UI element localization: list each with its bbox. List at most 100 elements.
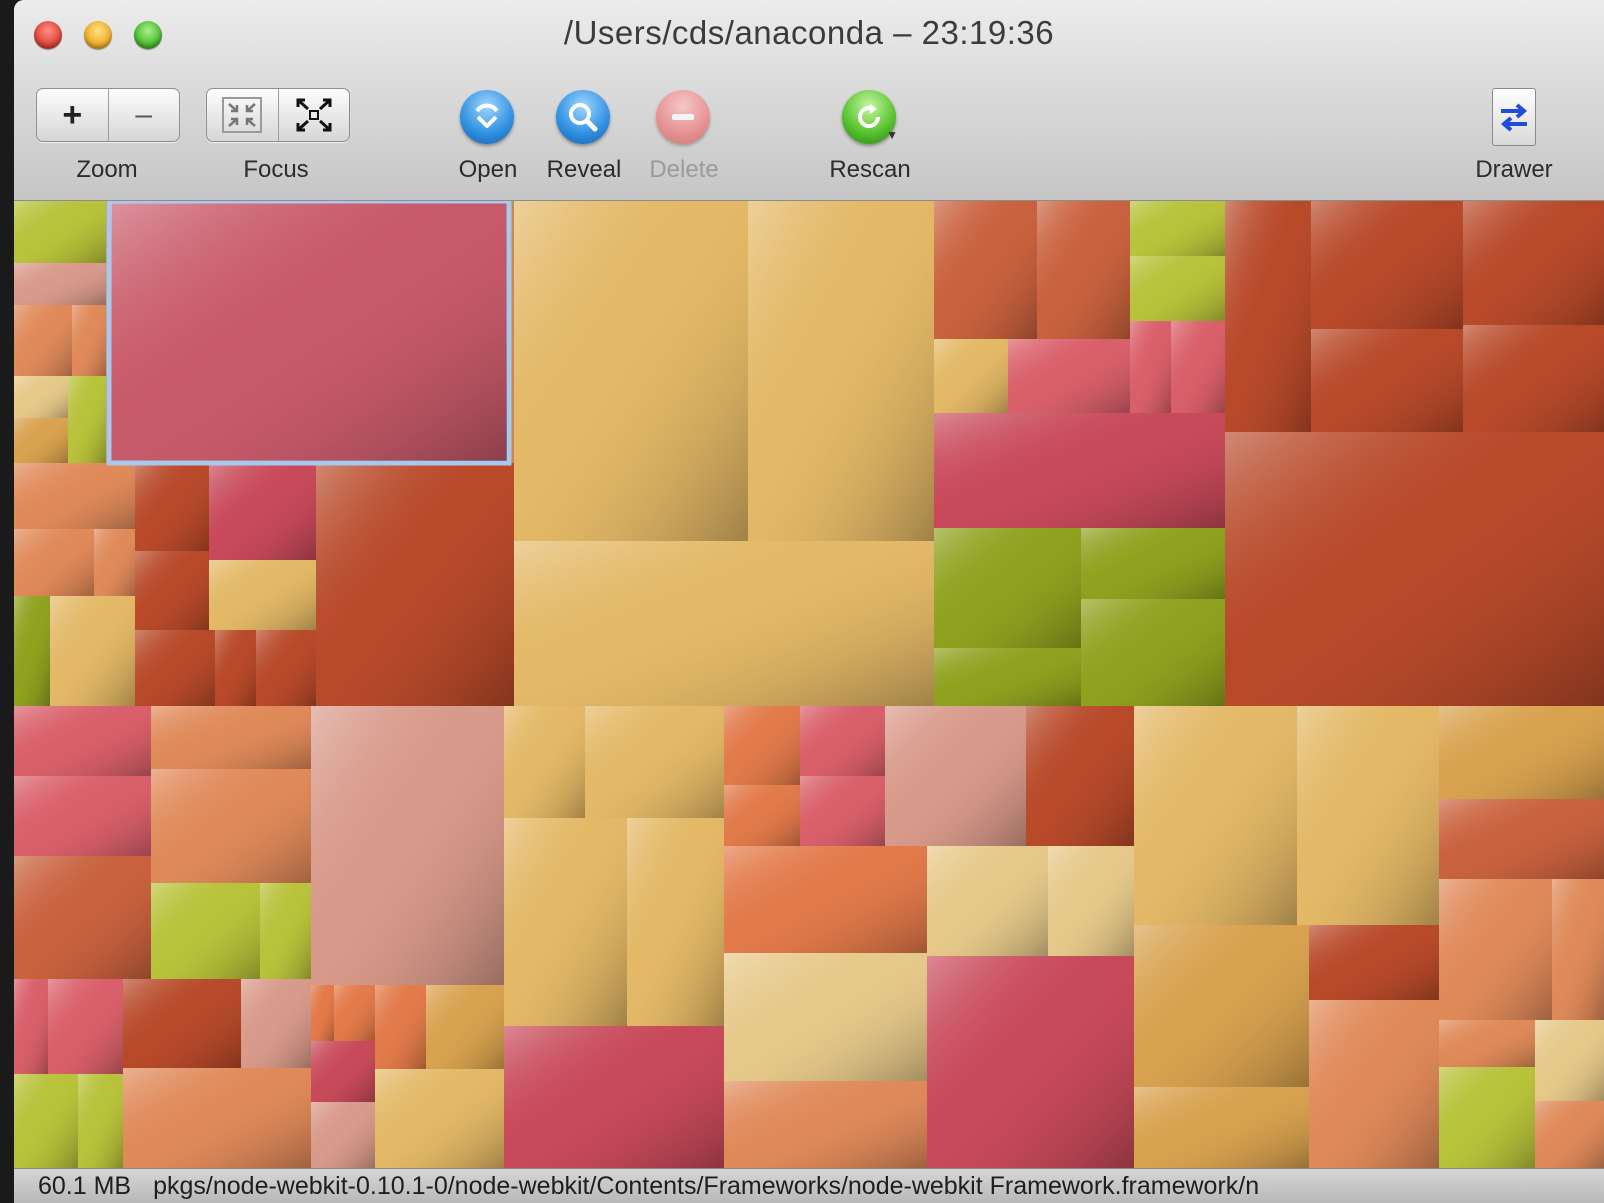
treemap-cell[interactable] bbox=[260, 883, 311, 979]
treemap-cell[interactable] bbox=[1439, 799, 1604, 879]
treemap-cell[interactable] bbox=[1130, 321, 1171, 413]
treemap-cell[interactable] bbox=[934, 339, 1008, 413]
treemap-cell[interactable] bbox=[14, 305, 72, 376]
treemap-cell[interactable] bbox=[375, 1069, 504, 1168]
treemap-cell[interactable] bbox=[151, 769, 311, 883]
treemap-cell[interactable] bbox=[1309, 925, 1439, 1000]
treemap-cell[interactable] bbox=[1081, 528, 1225, 599]
treemap-cell[interactable] bbox=[209, 560, 316, 630]
treemap-cell[interactable] bbox=[78, 1074, 123, 1168]
treemap-cell[interactable] bbox=[334, 985, 375, 1041]
reveal-button[interactable] bbox=[556, 90, 610, 144]
selected-treemap-cell[interactable] bbox=[106, 201, 512, 466]
zoom-in-button[interactable]: + bbox=[37, 89, 108, 141]
treemap-cell[interactable] bbox=[934, 413, 1225, 528]
treemap-cell[interactable] bbox=[151, 883, 260, 979]
treemap-cell[interactable] bbox=[1225, 432, 1604, 706]
treemap-cell[interactable] bbox=[135, 551, 209, 630]
treemap-cell[interactable] bbox=[1535, 1020, 1604, 1101]
zoom-out-button[interactable]: – bbox=[107, 89, 180, 141]
treemap-cell[interactable] bbox=[1048, 846, 1134, 956]
treemap-cell[interactable] bbox=[1130, 256, 1225, 321]
treemap-cell[interactable] bbox=[135, 630, 215, 706]
treemap-cell[interactable] bbox=[72, 305, 106, 376]
treemap-cell[interactable] bbox=[151, 706, 311, 769]
focus-in-button[interactable] bbox=[207, 89, 278, 141]
treemap-cell[interactable] bbox=[724, 1081, 927, 1168]
treemap-cell[interactable] bbox=[927, 846, 1048, 956]
treemap-cell[interactable] bbox=[1134, 1087, 1309, 1168]
treemap-cell[interactable] bbox=[1535, 1101, 1604, 1168]
rescan-button[interactable]: ▼ bbox=[842, 90, 898, 144]
treemap-cell[interactable] bbox=[1311, 201, 1463, 329]
treemap-cell[interactable] bbox=[1439, 1020, 1535, 1067]
treemap-cell[interactable] bbox=[316, 463, 514, 706]
open-button[interactable] bbox=[460, 90, 514, 144]
drawer-button[interactable] bbox=[1492, 88, 1536, 146]
treemap-cell[interactable] bbox=[885, 706, 1026, 846]
treemap-cell[interactable] bbox=[1081, 599, 1225, 706]
treemap-cell[interactable] bbox=[1439, 879, 1552, 1020]
treemap-cell[interactable] bbox=[1171, 321, 1225, 413]
treemap-cell[interactable] bbox=[1309, 1000, 1439, 1168]
treemap-cell[interactable] bbox=[123, 1068, 311, 1168]
treemap-cell[interactable] bbox=[1225, 201, 1311, 432]
treemap-cell[interactable] bbox=[934, 201, 1037, 339]
treemap-cell[interactable] bbox=[311, 1041, 375, 1102]
treemap-cell[interactable] bbox=[627, 818, 724, 1026]
treemap-cell[interactable] bbox=[94, 529, 135, 596]
focus-out-button[interactable] bbox=[277, 89, 350, 141]
treemap-cell[interactable] bbox=[1037, 201, 1130, 339]
treemap-cell[interactable] bbox=[14, 776, 151, 856]
treemap-cell[interactable] bbox=[48, 979, 123, 1074]
treemap-cell[interactable] bbox=[14, 706, 151, 776]
treemap-cell[interactable] bbox=[1130, 201, 1225, 256]
treemap-cell[interactable] bbox=[14, 1074, 78, 1168]
treemap-cell[interactable] bbox=[1311, 329, 1463, 432]
treemap-cell[interactable] bbox=[927, 956, 1134, 1168]
treemap-cell[interactable] bbox=[504, 818, 627, 1026]
treemap-cell[interactable] bbox=[123, 979, 241, 1068]
treemap-cell[interactable] bbox=[375, 985, 426, 1069]
treemap-cell[interactable] bbox=[1134, 706, 1297, 925]
treemap-cell[interactable] bbox=[514, 541, 934, 706]
treemap-cell[interactable] bbox=[14, 529, 94, 596]
treemap-cell[interactable] bbox=[800, 776, 885, 846]
treemap-cell[interactable] bbox=[1552, 879, 1604, 1020]
treemap-cell[interactable] bbox=[724, 846, 927, 953]
treemap-cell[interactable] bbox=[1297, 706, 1439, 925]
treemap-cell[interactable] bbox=[426, 985, 504, 1069]
treemap-cell[interactable] bbox=[14, 418, 68, 463]
treemap-cell[interactable] bbox=[504, 1026, 724, 1168]
treemap-cell[interactable] bbox=[1134, 925, 1309, 1087]
treemap-cell[interactable] bbox=[311, 985, 334, 1041]
treemap-cell[interactable] bbox=[585, 706, 724, 818]
treemap-cell[interactable] bbox=[724, 785, 800, 846]
treemap-cell[interactable] bbox=[68, 376, 106, 463]
treemap-cell[interactable] bbox=[256, 630, 316, 706]
treemap-cell[interactable] bbox=[311, 1102, 375, 1168]
treemap-cell[interactable] bbox=[800, 706, 885, 776]
treemap-cell[interactable] bbox=[504, 706, 585, 818]
disk-usage-treemap[interactable] bbox=[14, 201, 1604, 1168]
treemap-cell[interactable] bbox=[1439, 1067, 1535, 1168]
treemap-cell[interactable] bbox=[934, 528, 1081, 648]
treemap-cell[interactable] bbox=[1026, 706, 1134, 846]
treemap-cell[interactable] bbox=[724, 706, 800, 785]
treemap-cell[interactable] bbox=[311, 706, 504, 985]
treemap-cell[interactable] bbox=[14, 979, 48, 1074]
treemap-cell[interactable] bbox=[724, 953, 927, 1081]
treemap-cell[interactable] bbox=[14, 263, 106, 305]
treemap-cell[interactable] bbox=[748, 201, 934, 541]
treemap-cell[interactable] bbox=[14, 856, 151, 979]
delete-button[interactable] bbox=[656, 90, 710, 144]
treemap-cell[interactable] bbox=[14, 201, 106, 263]
treemap-cell[interactable] bbox=[14, 376, 68, 418]
treemap-cell[interactable] bbox=[1439, 706, 1604, 799]
treemap-cell[interactable] bbox=[215, 630, 256, 706]
treemap-cell[interactable] bbox=[135, 463, 209, 551]
treemap-cell[interactable] bbox=[1463, 201, 1604, 325]
treemap-cell[interactable] bbox=[514, 201, 748, 541]
treemap-cell[interactable] bbox=[1008, 339, 1130, 413]
treemap-cell[interactable] bbox=[50, 596, 135, 706]
